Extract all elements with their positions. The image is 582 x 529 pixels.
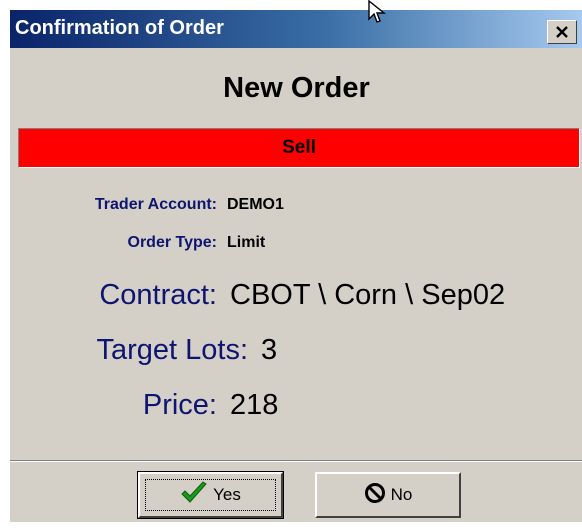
close-button[interactable] [547, 20, 577, 44]
price-row: Price: 218 [10, 389, 582, 425]
no-button[interactable]: No [315, 472, 461, 518]
target-lots-row: Target Lots: 3 [10, 334, 582, 370]
title-bar[interactable]: Confirmation of Order [10, 10, 582, 48]
no-button-label: No [390, 485, 413, 504]
yes-button-label: Yes [213, 485, 241, 504]
trader-account-label: Trader Account: [94, 196, 217, 213]
checkmark-icon [180, 480, 208, 510]
dialog-title: Confirmation of Order [15, 17, 224, 39]
trader-account-row: Trader Account: DEMO1 [10, 196, 582, 218]
button-divider [10, 460, 582, 462]
contract-value: CBOT \ Corn \ Sep02 [230, 279, 506, 311]
order-type-row: Order Type: Limit [10, 234, 582, 256]
dialog-heading: New Order [223, 72, 370, 104]
yes-button[interactable]: Yes [137, 471, 284, 519]
contract-label: Contract: [99, 279, 217, 311]
target-lots-label: Target Lots: [96, 334, 248, 366]
order-confirmation-dialog: Confirmation of Order New Order Sell Tra… [9, 9, 582, 522]
order-type-label: Order Type: [127, 234, 218, 251]
order-side-banner: Sell [18, 128, 580, 168]
close-icon [555, 26, 569, 38]
mouse-pointer-icon [367, 0, 389, 31]
trader-account-value: DEMO1 [227, 196, 284, 213]
order-type-value: Limit [227, 234, 266, 251]
price-value: 218 [230, 389, 279, 421]
price-label: Price: [142, 389, 217, 421]
order-side-label: Sell [282, 137, 316, 158]
contract-row: Contract: CBOT \ Corn \ Sep02 [10, 279, 582, 315]
target-lots-value: 3 [261, 334, 278, 366]
prohibited-icon [364, 482, 386, 509]
